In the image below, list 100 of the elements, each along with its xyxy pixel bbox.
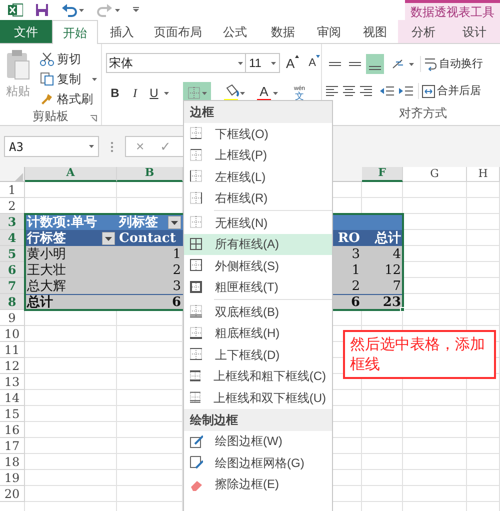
menu-item[interactable]: 双底框线(B)	[184, 301, 332, 322]
menu-item[interactable]: 上下框线(D)	[184, 344, 332, 366]
ribbon-tab[interactable]: 文件	[0, 20, 52, 43]
menu-item[interactable]: 下框线(O)	[184, 123, 332, 144]
menu-item[interactable]: 左框线(L)	[184, 166, 332, 188]
row-header[interactable]: 8	[0, 294, 25, 310]
menu-item[interactable]: 绘图边框网格(G)	[184, 452, 332, 474]
menu-item[interactable]: 上框线和粗下框线(C)	[184, 366, 332, 387]
align-center-icon[interactable]	[343, 86, 355, 96]
row-header[interactable]: 6	[0, 262, 25, 278]
ribbon-tab[interactable]: 数据	[260, 20, 306, 43]
row-header[interactable]: 14	[0, 390, 25, 406]
row-header[interactable]: 15	[0, 406, 25, 422]
row-header[interactable]: 7	[0, 278, 25, 294]
ribbon-tab[interactable]: 视图	[352, 20, 398, 43]
font-name-field[interactable]: 宋体	[106, 53, 246, 73]
grow-font-button[interactable]: A	[286, 56, 295, 70]
merge-icon	[422, 84, 435, 98]
align-right-icon[interactable]	[360, 86, 372, 96]
menu-item[interactable]: 上框线(P)	[184, 144, 332, 166]
row-header[interactable]: 13	[0, 374, 25, 390]
row-header[interactable]: 17	[0, 438, 25, 454]
row-header[interactable]: 12	[0, 358, 25, 374]
table-cell: 总计	[375, 232, 401, 244]
undo-icon[interactable]	[61, 3, 85, 17]
context-tools-header: 数据透视表工具	[405, 0, 500, 20]
bold-button[interactable]: B	[106, 84, 124, 102]
menu-item[interactable]: 上框线和双下框线(U)	[184, 387, 332, 408]
column-header[interactable]: H	[467, 167, 500, 182]
paintbrush-icon	[40, 92, 54, 106]
menu-item[interactable]: 粗底框线(H)	[184, 322, 332, 344]
annotation-note: 然后选中表格，添加框线	[343, 330, 496, 379]
save-icon[interactable]	[35, 3, 49, 17]
name-box[interactable]: A3	[4, 136, 99, 157]
column-header[interactable]: F	[362, 167, 403, 182]
menu-item[interactable]: 无框线(N)	[184, 212, 332, 234]
menu-item[interactable]: 所有框线(A)	[184, 234, 332, 255]
menu-item[interactable]: 粗匣框线(T)	[184, 276, 332, 298]
table-cell: 总计	[27, 296, 53, 309]
scissors-icon	[40, 52, 54, 66]
decrease-indent-icon[interactable]	[380, 85, 394, 97]
up-caret-icon	[294, 55, 299, 58]
table-cell: 7	[392, 280, 401, 292]
wrap-text-button[interactable]: 自动换行	[420, 56, 483, 72]
table-cell: Contact	[119, 232, 176, 244]
row-header[interactable]: 2	[0, 198, 25, 214]
row-header[interactable]: 9	[0, 310, 25, 326]
column-header[interactable]: A	[25, 167, 117, 182]
ribbon-tab[interactable]: 公式	[210, 20, 260, 43]
ribbon-tab[interactable]: 设计	[449, 20, 500, 43]
excel-logo-icon[interactable]	[8, 3, 23, 17]
orientation-icon[interactable]	[392, 58, 414, 70]
ribbon-tab[interactable]: 插入	[98, 20, 146, 43]
dialog-launcher-icon[interactable]	[90, 115, 97, 122]
table-cell: 6	[172, 296, 181, 309]
menu-item[interactable]: 绘图边框(W)	[184, 430, 332, 452]
align-lines-icon	[349, 62, 361, 66]
merge-center-button[interactable]: 合并后居	[418, 82, 481, 100]
row-header[interactable]: 20	[0, 486, 25, 502]
format-painter-button[interactable]: 格式刷	[40, 90, 97, 108]
row-header[interactable]: 10	[0, 326, 25, 342]
cut-button[interactable]: 剪切	[40, 50, 97, 68]
table-cell: 1	[172, 248, 181, 260]
ribbon-tab[interactable]: 审阅	[306, 20, 352, 43]
font-size-field[interactable]: 11	[246, 53, 280, 73]
ribbon-tab[interactable]: 开始	[52, 20, 98, 44]
ribbon-tab[interactable]: 分析	[398, 20, 449, 43]
table-cell: 2	[352, 280, 360, 292]
customize-caret-icon[interactable]	[133, 7, 139, 13]
redo-icon[interactable]	[97, 3, 121, 17]
caret-icon	[164, 92, 169, 94]
row-header[interactable]: 4	[0, 230, 25, 246]
table-cell: 1	[352, 264, 360, 276]
align-left-icon[interactable]	[326, 86, 338, 96]
row-header[interactable]: 3	[0, 214, 25, 230]
row-header[interactable]: 11	[0, 342, 25, 358]
column-header[interactable]: G	[403, 167, 467, 182]
increase-indent-icon[interactable]	[399, 85, 413, 97]
copy-icon	[40, 72, 54, 86]
shrink-font-button[interactable]: A	[308, 58, 316, 68]
menu-item[interactable]: 右框线(R)	[184, 188, 332, 209]
fill-handle[interactable]	[400, 307, 405, 312]
menu-item[interactable]: 擦除边框(E)	[184, 474, 332, 495]
row-header[interactable]: 1	[0, 182, 25, 198]
column-header[interactable]: B	[117, 167, 183, 182]
underline-button[interactable]: U	[146, 84, 162, 102]
filter-dropdown-icon[interactable]	[168, 216, 181, 228]
copy-button[interactable]: 复制	[40, 70, 97, 88]
filter-dropdown-icon[interactable]	[102, 232, 115, 244]
group-label: 对齐方式	[399, 105, 447, 122]
row-header[interactable]: 5	[0, 246, 25, 262]
ribbon-tab[interactable]: 页面布局	[146, 20, 210, 43]
italic-button[interactable]: I	[126, 84, 144, 102]
row-header[interactable]: 16	[0, 422, 25, 438]
row-header[interactable]: 19	[0, 470, 25, 486]
row-header[interactable]: 18	[0, 454, 25, 470]
drag-handle-icon[interactable]	[111, 142, 113, 152]
align-bottom-button[interactable]	[366, 54, 384, 74]
menu-item[interactable]: 外侧框线(S)	[184, 255, 332, 276]
table-cell: 列标签	[119, 216, 158, 228]
